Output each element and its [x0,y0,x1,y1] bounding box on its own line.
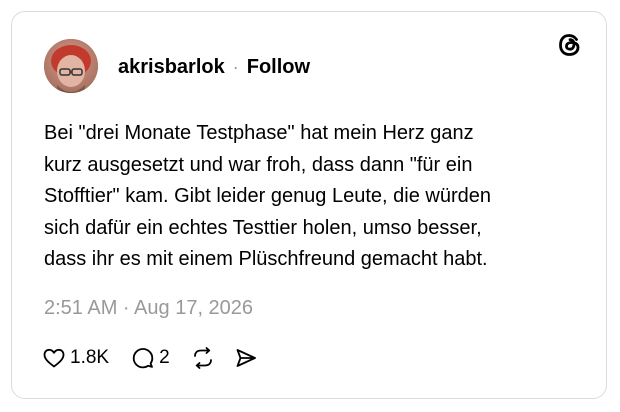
send-icon [234,346,258,370]
share-button[interactable] [234,346,258,370]
reply-count: 2 [159,347,170,368]
post-card: akrisbarlok · Follow Bei "drei Monate Te… [11,11,607,399]
post-timestamp[interactable]: 2:51 AM · Aug 17, 2026 [44,297,253,320]
repost-icon [190,346,216,370]
heart-icon [42,346,66,370]
threads-icon[interactable] [555,30,585,60]
header-separator: · [232,57,239,77]
post-body-text: Bei "drei Monate Testphase" hat mein Her… [44,122,491,270]
username-link[interactable]: akrisbarlok [118,56,225,79]
repost-button[interactable] [190,346,216,370]
avatar[interactable] [44,39,98,93]
post-actions: 1.8K 2 [42,343,258,373]
speech-bubble-icon [131,346,155,370]
follow-button[interactable]: Follow [247,56,310,79]
like-count: 1.8K [70,347,110,368]
like-button[interactable]: 1.8K [42,346,109,370]
reply-button[interactable]: 2 [131,346,170,370]
post-header: akrisbarlok · Follow [118,56,310,79]
